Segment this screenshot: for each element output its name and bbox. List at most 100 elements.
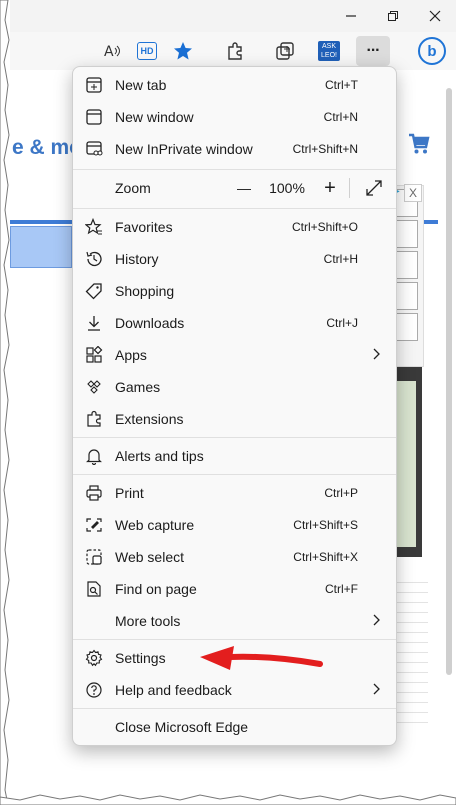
menu-item-label: Games (115, 379, 161, 395)
extensions-puzzle-icon[interactable] (222, 38, 248, 64)
menu-item-shortcut: Ctrl+Shift+S (293, 518, 358, 532)
menu-item-games[interactable]: Games (73, 372, 396, 402)
menu-item-new-tab[interactable]: New tab Ctrl+T (73, 70, 396, 100)
menu-separator (73, 169, 396, 170)
web-select-icon (86, 549, 102, 565)
menu-item-label: New window (115, 109, 194, 125)
menu-item-label: Settings (115, 650, 166, 666)
menu-item-shortcut: Ctrl+P (324, 486, 358, 500)
menu-separator (73, 208, 396, 209)
red-arrow-annotation (200, 646, 323, 670)
title-bar (10, 0, 456, 32)
menu-item-web-capture[interactable]: Web capture Ctrl+Shift+S (73, 510, 396, 540)
ad-close-button[interactable]: X (404, 184, 422, 202)
favorites-star-icon[interactable] (170, 38, 196, 64)
chevron-right-icon (373, 348, 380, 360)
menu-item-history[interactable]: History Ctrl+H (73, 244, 396, 274)
menu-item-shortcut: Ctrl+Shift+N (292, 142, 358, 156)
torn-edge-left (0, 0, 10, 805)
menu-item-alerts-and-tips[interactable]: Alerts and tips (73, 441, 396, 471)
page-blue-box[interactable] (10, 226, 72, 268)
menu-item-new-window[interactable]: New window Ctrl+N (73, 102, 396, 132)
zoom-in-button[interactable]: + (317, 173, 343, 203)
menu-item-label: Alerts and tips (115, 448, 204, 464)
menu-item-label: Find on page (115, 581, 197, 597)
askleo-bottom-label: LEO! (321, 52, 337, 59)
menu-item-apps[interactable]: Apps (73, 340, 396, 370)
read-aloud-icon[interactable]: A (100, 38, 126, 64)
bell-icon (86, 449, 102, 465)
favorites-icon (85, 218, 102, 235)
menu-item-label: Favorites (115, 219, 173, 235)
menu-item-label: Help and feedback (115, 682, 232, 698)
new-tab-icon (86, 77, 102, 93)
chevron-right-icon (373, 683, 380, 695)
shopping-cart-icon[interactable] (407, 132, 431, 156)
menu-item-help-and-feedback[interactable]: Help and feedback (73, 675, 396, 705)
menu-item-label: More tools (115, 613, 181, 629)
menu-item-shortcut: Ctrl+N (323, 110, 358, 124)
menu-item-new-inprivate-window[interactable]: New InPrivate window Ctrl+Shift+N (73, 134, 396, 164)
torn-edge-bottom (0, 794, 456, 805)
hd-badge: HD (137, 42, 157, 60)
zoom-out-button[interactable]: — (231, 173, 257, 203)
games-icon (87, 380, 101, 394)
bing-icon: b (427, 42, 437, 60)
menu-separator (73, 708, 396, 709)
menu-item-find-on-page[interactable]: Find on page Ctrl+F (73, 574, 396, 604)
menu-item-label: Close Microsoft Edge (115, 719, 249, 735)
bing-chat-button[interactable]: b (418, 37, 446, 65)
printer-icon (86, 485, 102, 501)
menu-item-shopping[interactable]: Shopping (73, 276, 396, 306)
hd-icon[interactable]: HD (134, 38, 160, 64)
page-scrollbar[interactable] (446, 88, 452, 675)
askleo-top-label: ASK (321, 43, 336, 50)
menu-item-label: Downloads (115, 315, 185, 331)
menu-item-label: Web capture (115, 517, 195, 533)
menu-item-zoom: Zoom — 100% + (73, 173, 396, 203)
menu-item-shortcut: Ctrl+Shift+X (293, 550, 358, 564)
more-label: ··· (366, 42, 381, 59)
menu-separator (73, 474, 396, 475)
history-icon (86, 251, 102, 267)
menu-item-print[interactable]: Print Ctrl+P (73, 478, 396, 508)
menu-item-downloads[interactable]: Downloads Ctrl+J (73, 308, 396, 338)
help-icon (86, 682, 102, 698)
menu-item-extensions[interactable]: Extensions (73, 404, 396, 434)
menu-item-shortcut: Ctrl+Shift+O (291, 220, 358, 234)
gear-icon (85, 649, 103, 667)
menu-item-label: Extensions (115, 411, 184, 427)
menu-item-label: Shopping (115, 283, 175, 299)
download-icon (88, 316, 100, 331)
collections-icon[interactable] (272, 38, 298, 64)
inprivate-icon (86, 141, 103, 156)
fullscreen-icon[interactable] (365, 179, 383, 197)
settings-and-more-button[interactable]: ··· (356, 36, 390, 66)
menu-item-label: Web select (115, 549, 184, 565)
menu-item-favorites[interactable]: Favorites Ctrl+Shift+O (73, 212, 396, 242)
menu-item-label: New tab (115, 77, 167, 93)
window-icon (86, 109, 102, 125)
menu-separator (73, 437, 396, 438)
menu-item-label: History (115, 251, 159, 267)
menu-item-shortcut: Ctrl+H (323, 252, 358, 266)
apps-icon (86, 346, 103, 363)
zoom-divider (349, 178, 350, 198)
web-capture-icon (86, 518, 102, 532)
menu-item-web-select[interactable]: Web select Ctrl+Shift+X (73, 542, 396, 572)
restore-icon[interactable] (372, 0, 414, 32)
menu-item-shortcut: Ctrl+J (326, 316, 358, 330)
menu-item-close-microsoft-edge[interactable]: Close Microsoft Edge (73, 712, 396, 742)
menu-item-label: Print (115, 485, 144, 501)
chevron-right-icon (373, 614, 380, 626)
find-icon (87, 581, 101, 597)
menu-item-more-tools[interactable]: More tools (73, 606, 396, 636)
askleo-icon[interactable]: ASK LEO! (316, 38, 342, 64)
menu-separator (73, 639, 396, 640)
minimize-icon[interactable] (330, 0, 372, 32)
close-icon[interactable] (414, 0, 456, 32)
menu-item-shortcut: Ctrl+T (325, 78, 358, 92)
zoom-value: 100% (269, 180, 305, 196)
menu-item-label: Apps (115, 347, 147, 363)
menu-item-label: New InPrivate window (115, 141, 253, 157)
